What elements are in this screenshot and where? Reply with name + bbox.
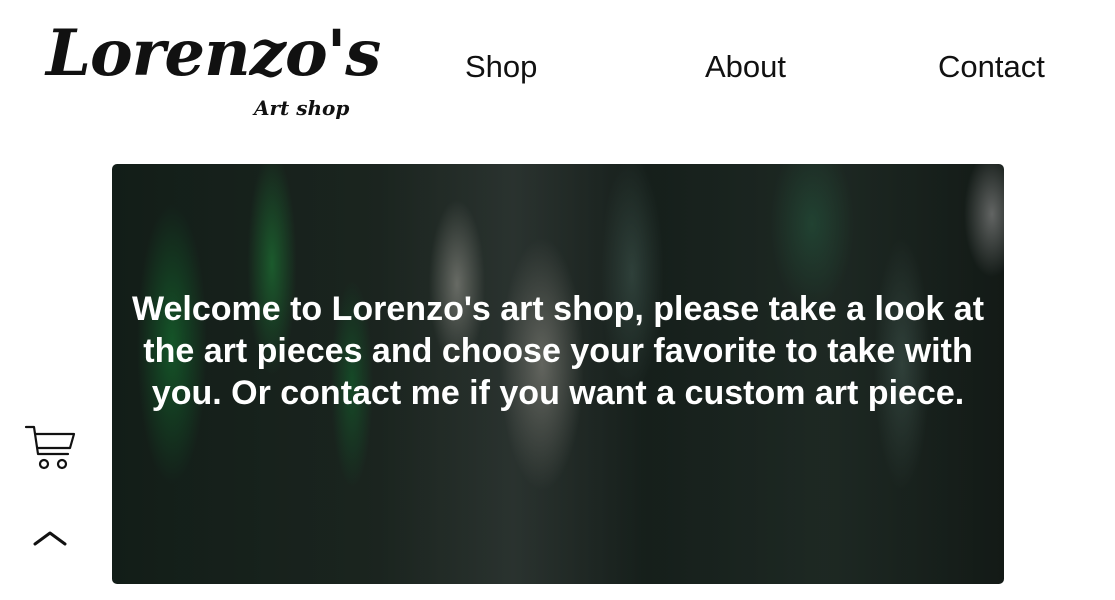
scroll-to-top-button[interactable] bbox=[32, 528, 68, 548]
shopping-cart-icon-svg bbox=[24, 425, 76, 470]
shopping-cart-icon[interactable] bbox=[24, 424, 76, 472]
hero-banner: Welcome to Lorenzo's art shop, please ta… bbox=[112, 164, 1004, 584]
nav-link-contact[interactable]: Contact bbox=[938, 48, 1045, 86]
logo[interactable]: Lorenzo's Art shop bbox=[46, 14, 381, 129]
chevron-up-icon bbox=[33, 531, 67, 546]
logo-title: Lorenzo's bbox=[46, 16, 381, 91]
logo-subtitle: Art shop bbox=[254, 96, 350, 120]
nav-link-shop[interactable]: Shop bbox=[465, 48, 537, 86]
nav-link-about[interactable]: About bbox=[705, 48, 786, 86]
hero-welcome-text: Welcome to Lorenzo's art shop, please ta… bbox=[131, 290, 985, 412]
